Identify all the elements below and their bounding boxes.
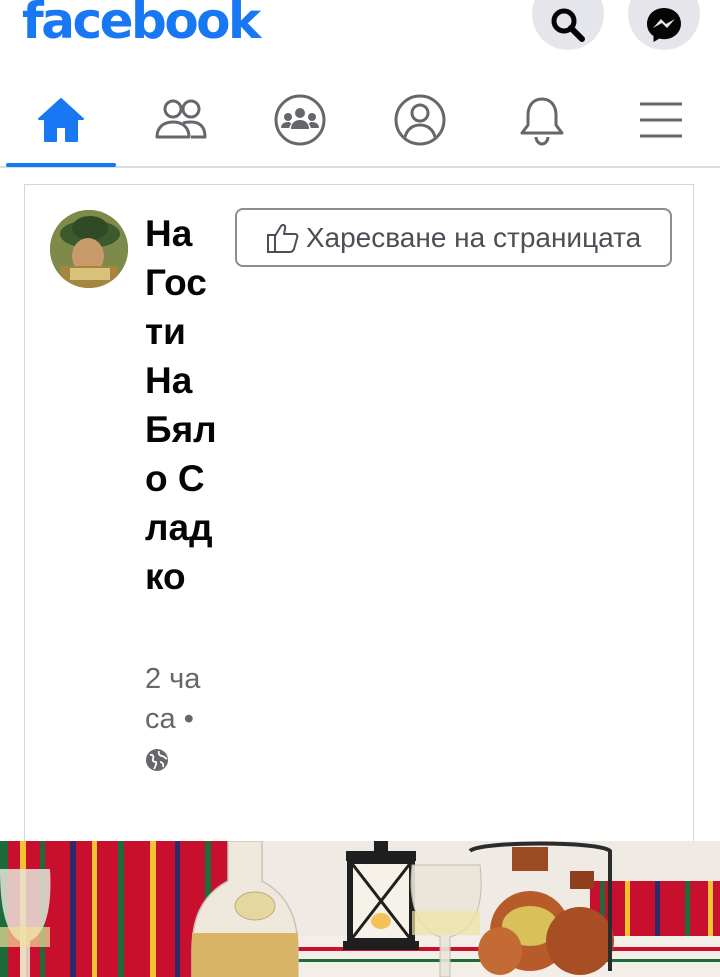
page-name[interactable]: На Гости На Бяло Сладко [145, 209, 221, 601]
messenger-icon [647, 8, 681, 42]
search-icon [551, 8, 585, 42]
globe-icon [146, 749, 168, 771]
tab-menu[interactable] [606, 74, 716, 166]
tab-friends[interactable] [126, 74, 236, 166]
post-meta: 2 часа • [145, 659, 209, 779]
messenger-button[interactable] [628, 0, 700, 50]
friends-icon [155, 99, 207, 139]
post-card: На Гости На Бяло Сладко 2 часа • Харесва… [24, 184, 694, 844]
bell-icon [520, 97, 564, 146]
tab-notifications[interactable] [487, 74, 597, 166]
groups-icon [274, 94, 326, 146]
avatar-image [50, 210, 128, 288]
tab-bar [0, 74, 720, 168]
tab-profile[interactable] [365, 74, 475, 166]
tab-home[interactable] [6, 74, 116, 167]
facebook-logo[interactable]: facebook [22, 0, 261, 56]
like-page-label: Харесване на страницата [305, 221, 642, 253]
post-photo[interactable] [0, 841, 720, 977]
hamburger-menu-icon [640, 102, 682, 138]
home-icon [38, 98, 84, 142]
profile-icon [394, 94, 446, 146]
top-bar: facebook [0, 0, 720, 62]
like-page-button[interactable]: Харесване на страницата [235, 208, 672, 267]
thumbs-up-icon [266, 223, 299, 253]
restaurant-table-photo [0, 841, 720, 977]
meta-separator: • [183, 703, 194, 735]
search-button[interactable] [532, 0, 604, 50]
page-avatar[interactable] [50, 210, 128, 288]
tab-groups[interactable] [245, 74, 355, 166]
